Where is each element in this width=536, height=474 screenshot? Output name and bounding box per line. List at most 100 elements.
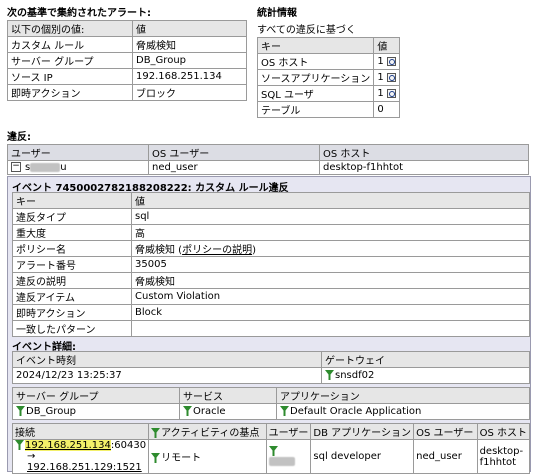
column-header: ユーザー [265, 423, 312, 440]
value-cell: DB_Group [132, 52, 247, 69]
filter-icon[interactable] [268, 445, 278, 456]
key-cell: 即時アクション [12, 304, 132, 321]
table-row: 2024/12/23 13:25:37 snsdf02 [12, 367, 530, 384]
table-row: 一致したパターン [12, 320, 530, 337]
table-header-row: 接続 アクティビティの基点 ユーザー DB アプリケーション OS ユーザー O… [11, 423, 531, 440]
key-cell: 一致したパターン [12, 320, 132, 337]
column-header: アクティビティの基点 [161, 428, 260, 439]
user-suffix: u [60, 162, 67, 173]
value-cell: 1 [377, 88, 384, 99]
value-cell: 192.168.251.134 [132, 68, 247, 85]
filter-icon[interactable] [151, 453, 161, 463]
key-cell: 違反タイプ [12, 208, 132, 225]
stats-subtitle: すべての違反に基づく [257, 25, 356, 36]
column-header: アプリケーション [276, 387, 530, 404]
filter-icon[interactable] [15, 440, 24, 450]
os-user-cell: ned_user [148, 160, 320, 175]
value-cell: ブロック [132, 84, 247, 101]
column-header: キー [12, 192, 132, 209]
column-header: ユーザー [7, 144, 149, 161]
column-header: 値 [132, 20, 247, 37]
stats-table: キー 値 OS ホスト 1 ソースアプリケーション 1 SQL ユーザ 1 テー… [256, 37, 400, 118]
value-cell: 高 [131, 224, 530, 241]
table-row: ソース IP 192.168.251.134 [7, 68, 247, 85]
key-cell: 違反アイテム [12, 288, 132, 305]
column-header: ゲートウェイ [321, 351, 530, 368]
key-cell: SQL ユーザ [256, 85, 375, 102]
gateway-value: snsdf02 [335, 370, 375, 381]
value-cell: Custom Violation [131, 288, 530, 305]
filter-icon[interactable] [325, 370, 334, 380]
column-header: キー [256, 37, 375, 54]
column-header: OS ホスト [319, 144, 529, 161]
table-row: 即時アクション Block [12, 304, 530, 321]
table-row: SQL ユーザ 1 [256, 85, 400, 102]
table-header-row: 以下の個別の値: 値 [7, 20, 247, 37]
key-cell: サーバー グループ [7, 52, 133, 69]
table-row: 重大度 高 [12, 224, 530, 241]
filter-icon[interactable] [151, 428, 161, 438]
destination-link[interactable]: 192.168.251.129:1521 [27, 462, 142, 473]
db-application-value: sql developer [310, 439, 415, 474]
aggregated-table: 以下の個別の値: 値 カスタム ルール 脅威検知 サーバー グループ DB_Gr… [7, 20, 247, 101]
table-row: 192.168.251.134:60430 → 192.168.251.129:… [11, 439, 531, 474]
drilldown-icon[interactable] [386, 56, 396, 66]
table-header-row: キー 値 [12, 192, 530, 209]
source-ip-link[interactable]: 192.168.251.134 [25, 440, 111, 451]
filter-icon[interactable] [16, 406, 25, 416]
table-header-row: イベント時刻 ゲートウェイ [12, 351, 530, 368]
key-cell: ポリシー名 [12, 240, 132, 257]
redacted-user [268, 457, 295, 466]
event-time-cell: 2024/12/23 13:25:37 [12, 367, 322, 384]
value-cell: 1 [377, 72, 384, 83]
column-header: OS ユーザー [148, 144, 320, 161]
redacted-user [30, 162, 61, 172]
connection-table: 接続 アクティビティの基点 ユーザー DB アプリケーション OS ユーザー O… [11, 423, 531, 474]
table-header-row: ユーザー OS ユーザー OS ホスト [7, 144, 529, 161]
collapse-icon[interactable]: − [11, 162, 21, 172]
stats-title: 統計情報 [257, 8, 297, 19]
value-cell [131, 320, 530, 337]
event-table: キー 値 違反タイプ sql 重大度 高 ポリシー名 脅威検知 (ポリシーの説明… [12, 192, 530, 337]
table-header-row: キー 値 [256, 37, 400, 54]
os-host-cell: desktop-f1hhtot [319, 160, 529, 175]
value-cell: Block [131, 304, 530, 321]
value-cell: 0 [373, 101, 400, 118]
table-row: ポリシー名 脅威検知 (ポリシーの説明) [12, 240, 530, 257]
filter-icon[interactable] [280, 406, 289, 416]
table-row[interactable]: − s u ned_user desktop-f1hhtot [7, 160, 529, 175]
key-cell: カスタム ルール [7, 36, 133, 53]
table-row: サーバー グループ DB_Group [7, 52, 247, 69]
column-header: サービス [179, 387, 277, 404]
table-row: アラート番号 35005 [12, 256, 530, 273]
server-group-table: サーバー グループ サービス アプリケーション DB_Group Oracle … [12, 387, 530, 420]
table-row: ソースアプリケーション 1 [256, 69, 400, 86]
connection-arrow: → [27, 451, 36, 462]
table-row: DB_Group Oracle Default Oracle Applicati… [12, 403, 530, 420]
key-cell: ソースアプリケーション [256, 69, 375, 86]
value-cell: 脅威検知 [135, 245, 175, 256]
key-cell: OS ホスト [256, 53, 375, 70]
column-header: OS ユーザー [413, 423, 478, 440]
table-row: OS ホスト 1 [256, 53, 400, 70]
source-port: :60430 [110, 440, 147, 451]
value-cell: 脅威検知 [131, 272, 530, 289]
drilldown-icon[interactable] [386, 72, 396, 82]
column-header: 値 [373, 37, 400, 54]
value-cell: 35005 [131, 256, 530, 273]
key-cell: 即時アクション [7, 84, 133, 101]
key-cell: 違反の説明 [12, 272, 132, 289]
filter-icon[interactable] [183, 406, 192, 416]
table-row: 違反アイテム Custom Violation [12, 288, 530, 305]
policy-description-link[interactable]: ポリシーの説明 [182, 245, 252, 256]
activity-origin-value: リモート [161, 453, 202, 464]
column-header: イベント時刻 [12, 351, 322, 368]
column-header: 値 [131, 192, 530, 209]
event-time-table: イベント時刻 ゲートウェイ 2024/12/23 13:25:37 snsdf0… [12, 351, 530, 384]
violations-title: 違反: [7, 132, 31, 143]
drilldown-icon[interactable] [386, 88, 396, 98]
table-row: カスタム ルール 脅威検知 [7, 36, 247, 53]
value-cell: 1 [377, 56, 384, 67]
column-header: サーバー グループ [12, 387, 180, 404]
key-cell: アラート番号 [12, 256, 132, 273]
